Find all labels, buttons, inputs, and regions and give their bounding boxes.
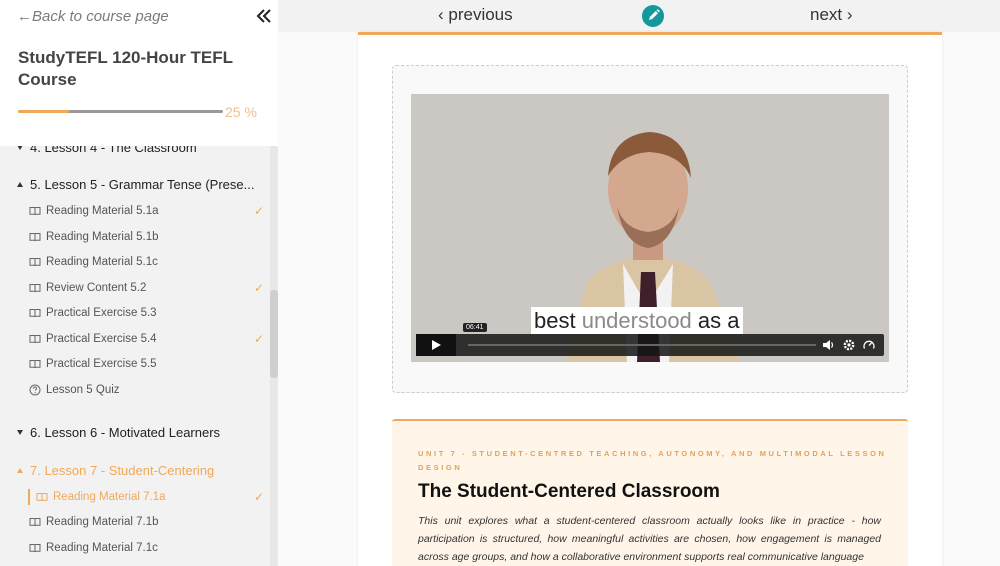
list-item-exercise-5-3[interactable]: Practical Exercise 5.3 — [0, 302, 270, 324]
scrollbar-thumb[interactable] — [270, 290, 278, 378]
caption-text: as a — [691, 308, 740, 333]
section-lesson-5[interactable]: 5. Lesson 5 - Grammar Tense (Prese... — [0, 173, 270, 195]
item-label: Review Content 5.2 — [46, 282, 147, 294]
book-icon — [29, 544, 41, 553]
play-button[interactable] — [416, 334, 456, 356]
progress-percent: 25 % — [225, 104, 257, 120]
section-lesson-7[interactable]: 7. Lesson 7 - Student-Centering — [0, 459, 270, 481]
video-container: best understood as a 06:41 — [392, 65, 908, 393]
next-button[interactable]: next › — [810, 5, 853, 25]
caption-text: best — [534, 308, 582, 333]
book-icon — [29, 207, 41, 216]
lesson-content: best understood as a 06:41 UNIT 7 - STUD… — [278, 32, 1000, 566]
list-item-review-5-2[interactable]: Review Content 5.2 ✓ — [0, 277, 270, 299]
sidebar-scrollbar[interactable] — [270, 146, 278, 566]
collapse-sidebar-icon[interactable] — [254, 6, 274, 26]
book-icon — [29, 284, 41, 293]
time-tooltip: 06:41 — [463, 323, 487, 332]
list-item-exercise-5-4[interactable]: Practical Exercise 5.4 ✓ — [0, 328, 270, 350]
lesson-card: best understood as a 06:41 UNIT 7 - STUD… — [358, 32, 942, 566]
unit-label: UNIT 7 - STUDENT-CENTRED TEACHING, AUTON… — [418, 449, 887, 472]
book-icon — [29, 258, 41, 267]
caret-down-icon — [17, 429, 23, 435]
list-item-reading-7-1c[interactable]: Reading Material 7.1c — [0, 537, 270, 559]
playback-speed-icon[interactable] — [862, 338, 876, 352]
course-progress-bar — [18, 110, 223, 113]
seek-bar[interactable] — [468, 344, 816, 346]
lesson-list: 4. Lesson 4 - The Classroom 5. Lesson 5 … — [0, 130, 270, 566]
app: 4. Lesson 4 - The Classroom 5. Lesson 5 … — [0, 0, 1000, 566]
lesson-nav: ‹ previous next › — [278, 0, 1000, 32]
list-item-reading-5-1b[interactable]: Reading Material 5.1b — [0, 226, 270, 248]
book-icon — [29, 309, 41, 318]
video-controls: 06:41 — [416, 323, 884, 356]
item-label: Reading Material 7.1b — [46, 516, 159, 528]
check-icon: ✓ — [254, 490, 265, 504]
course-sidebar: 4. Lesson 4 - The Classroom 5. Lesson 5 … — [0, 0, 278, 566]
book-icon — [36, 493, 48, 502]
list-item-reading-7-1b[interactable]: Reading Material 7.1b — [0, 511, 270, 533]
previous-button[interactable]: ‹ previous — [438, 5, 513, 25]
book-icon — [29, 233, 41, 242]
settings-gear-icon[interactable] — [842, 338, 856, 352]
item-label: Reading Material 5.1a — [46, 205, 159, 217]
unit-description: This unit explores what a student-center… — [418, 515, 881, 563]
course-title: StudyTEFL 120-Hour TEFL Course — [18, 48, 233, 89]
play-icon — [432, 340, 441, 350]
item-label: Practical Exercise 5.3 — [46, 307, 157, 319]
video-caption: best understood as a — [531, 307, 743, 334]
edit-button[interactable] — [642, 5, 664, 27]
progress-fill — [18, 110, 70, 113]
back-to-course-link[interactable]: ←Back to course page — [17, 8, 169, 25]
list-item-exercise-5-5[interactable]: Practical Exercise 5.5 — [0, 353, 270, 375]
caret-up-icon — [17, 181, 23, 187]
list-item-reading-7-1a[interactable]: Reading Material 7.1a ✓ — [0, 486, 270, 508]
section-lesson-6[interactable]: 6. Lesson 6 - Motivated Learners — [0, 421, 270, 443]
check-icon: ✓ — [254, 332, 265, 346]
book-icon — [29, 360, 41, 369]
item-label: Practical Exercise 5.4 — [46, 333, 157, 345]
active-indicator — [28, 489, 30, 505]
section-label: 5. Lesson 5 - Grammar Tense (Prese... — [30, 176, 255, 192]
video-player[interactable]: best understood as a 06:41 — [411, 94, 889, 362]
unit-intro: UNIT 7 - STUDENT-CENTRED TEACHING, AUTON… — [392, 419, 908, 566]
item-label: Reading Material 7.1a — [53, 491, 166, 503]
caption-highlight: understood — [581, 308, 692, 333]
item-label: Reading Material 5.1b — [46, 231, 159, 243]
list-item-reading-5-1a[interactable]: Reading Material 5.1a ✓ — [0, 200, 270, 222]
list-item-reading-5-1c[interactable]: Reading Material 5.1c — [0, 251, 270, 273]
check-icon: ✓ — [254, 281, 265, 295]
item-label: Lesson 5 Quiz — [46, 384, 120, 396]
list-item-lesson-5-quiz[interactable]: Lesson 5 Quiz — [0, 379, 270, 401]
book-icon — [29, 335, 41, 344]
item-label: Practical Exercise 5.5 — [46, 358, 157, 370]
pencil-icon — [649, 9, 660, 20]
sidebar-header: ←Back to course page StudyTEFL 120-Hour … — [0, 0, 278, 146]
volume-icon[interactable] — [821, 338, 835, 352]
check-icon: ✓ — [254, 204, 265, 218]
item-label: Reading Material 5.1c — [46, 256, 158, 268]
caret-up-icon — [17, 467, 23, 473]
item-label: Reading Material 7.1c — [46, 542, 158, 554]
book-icon — [29, 518, 41, 527]
section-label: 6. Lesson 6 - Motivated Learners — [30, 424, 221, 440]
question-icon — [29, 384, 41, 396]
unit-title: The Student-Centered Classroom — [418, 481, 720, 502]
section-label: 7. Lesson 7 - Student-Centering — [30, 462, 215, 478]
